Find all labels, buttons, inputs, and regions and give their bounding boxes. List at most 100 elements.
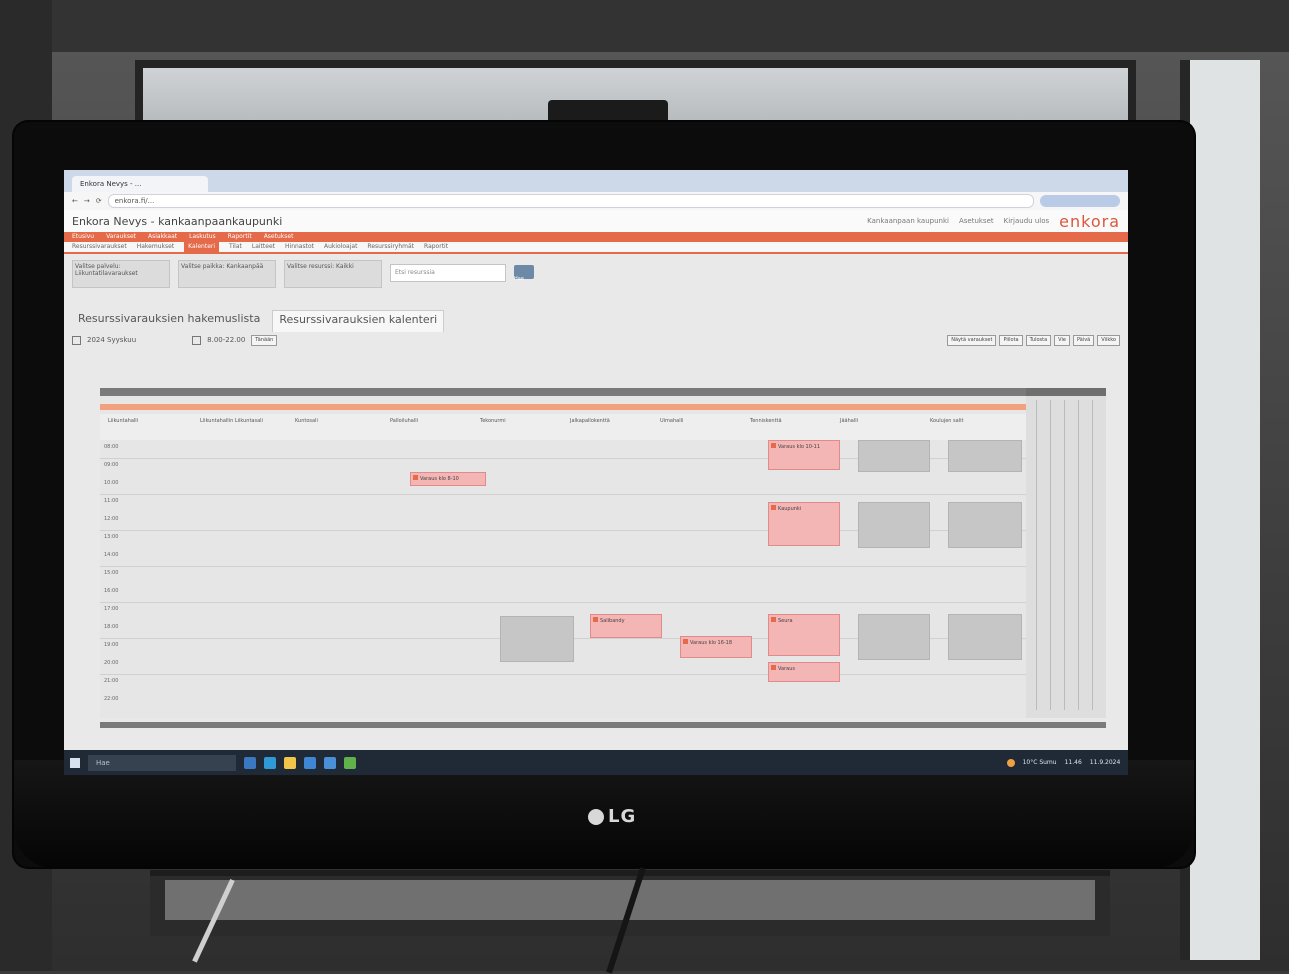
user-menu-org[interactable]: Kankaanpaan kaupunki (867, 217, 949, 225)
toolbar-button[interactable]: Viikko (1097, 334, 1120, 346)
date-checkbox[interactable] (72, 335, 81, 345)
time-checkbox[interactable] (192, 335, 202, 345)
chrome-icon[interactable] (344, 756, 356, 769)
resource-search-input[interactable]: Etsi resurssia (390, 264, 506, 282)
edge-icon[interactable] (264, 756, 276, 769)
blocked-slot (948, 614, 1022, 660)
lg-logo-icon (588, 809, 604, 825)
booking-event[interactable]: Varaus klo 16-18 (680, 636, 752, 658)
search-button[interactable]: Hae (514, 265, 534, 282)
app-title: Enkora Nevys - kankaanpaankaupunki (72, 214, 283, 228)
view-tabs: Resurssivarauksien hakemuslista Resurssi… (64, 306, 1128, 332)
windows-start-icon[interactable] (70, 757, 80, 768)
toolbar-button[interactable]: Tulosta (1025, 334, 1052, 346)
taskbar-search[interactable]: Hae (88, 754, 236, 771)
user-menu-logout[interactable]: Kirjaudu ulos (1004, 217, 1050, 225)
column-header: Tenniskenttä (750, 418, 782, 424)
browser-tab[interactable]: Enkora Nevys - ... (72, 176, 208, 192)
grid-bottom-bar (100, 722, 1106, 728)
booking-event[interactable]: Seura (768, 614, 840, 656)
booking-event[interactable]: Varaus (768, 662, 840, 682)
booking-event[interactable]: Salibandy (590, 614, 662, 638)
blocked-slot (948, 502, 1022, 548)
tv-logo-text: LG (608, 806, 637, 827)
user-menu-settings[interactable]: Asetukset (959, 217, 994, 225)
subnav-item[interactable]: Resurssivaraukset (72, 242, 127, 252)
enkora-logo: enkora (1059, 211, 1120, 231)
tab-application-list[interactable]: Resurssivarauksien hakemuslista (72, 310, 266, 332)
weather-icon[interactable] (1006, 758, 1015, 767)
date-label[interactable]: 2024 Syyskuu (87, 336, 136, 344)
clock-time[interactable]: 11.46 (1065, 759, 1082, 766)
resource-select[interactable]: Valitse resurssi: Kaikki (284, 260, 382, 288)
back-icon[interactable]: ← (72, 197, 78, 205)
taskview-icon[interactable] (244, 756, 256, 769)
column-header: Jäähalli (840, 418, 859, 424)
calendar-toolbar: 2024 Syyskuu 8.00-22.00 Tänään Näytä var… (64, 332, 1128, 348)
event-label: Kaupunki (778, 506, 802, 512)
event-label: Seura (778, 618, 793, 624)
mini-column (1050, 400, 1063, 710)
time-label: 19:00 (104, 642, 119, 648)
nav-item[interactable]: Etusivu (72, 232, 94, 242)
time-range[interactable]: 8.00-22.00 (207, 336, 245, 344)
tab-calendar[interactable]: Resurssivarauksien kalenteri (272, 310, 445, 332)
booking-event[interactable]: Kaupunki (768, 502, 840, 546)
column-header: Uimahalli (660, 418, 684, 424)
time-label: 15:00 (104, 570, 119, 576)
mini-column (1092, 400, 1105, 710)
subnav-item[interactable]: Resurssiryhmät (367, 242, 414, 252)
nav-item[interactable]: Raportit (228, 232, 252, 242)
clock-date[interactable]: 11.9.2024 (1090, 759, 1121, 766)
toolbar-button[interactable]: Piilota (999, 334, 1023, 346)
nav-item[interactable]: Laskutus (189, 232, 216, 242)
nav-item[interactable]: Asetukset (264, 232, 294, 242)
blocked-slot (858, 440, 930, 472)
calendar-grid: Liikuntahalli Liikuntahallin Liikuntasal… (100, 388, 1058, 718)
toolbar-button[interactable]: Päivä (1072, 334, 1095, 346)
window-frame-top (0, 0, 1289, 52)
browser-address-bar: ← → ⟳ enkora.fi/... (64, 192, 1128, 210)
subnav-item-active[interactable]: Kalenteri (184, 242, 220, 252)
profile-button[interactable] (1040, 195, 1120, 207)
booking-icon (771, 443, 776, 448)
nav-item[interactable]: Varaukset (106, 232, 136, 242)
event-label: Varaus klo 16-18 (690, 640, 733, 646)
time-label: 20:00 (104, 660, 119, 666)
time-label: 13:00 (104, 534, 119, 540)
today-button[interactable]: Tänään (251, 334, 278, 346)
subnav-item[interactable]: Raportit (424, 242, 448, 252)
toolbar-button[interactable]: Vie (1054, 334, 1070, 346)
time-label: 11:00 (104, 498, 119, 504)
explorer-icon[interactable] (284, 756, 296, 769)
time-label: 16:00 (104, 588, 119, 594)
time-column: 08:00 09:00 10:00 11:00 12:00 13:00 14:0… (100, 440, 130, 718)
time-label: 22:00 (104, 696, 119, 702)
subnav-item[interactable]: Tilat (229, 242, 242, 252)
weather-text[interactable]: 10°C Sumu (1023, 759, 1057, 766)
toolbar-button[interactable]: Näytä varaukset (947, 334, 997, 346)
subnav-item[interactable]: Laitteet (252, 242, 275, 252)
store-icon[interactable] (304, 756, 316, 769)
time-label: 12:00 (104, 516, 119, 522)
column-header: Palloiluhalli (390, 418, 419, 424)
subnav-item[interactable]: Hinnastot (285, 242, 314, 252)
tv-logo: LG (588, 806, 636, 827)
mini-column (1078, 400, 1091, 710)
booking-event[interactable]: Varaus klo 10-11 (768, 440, 840, 470)
booking-event[interactable]: Varaus klo 8-10 (410, 472, 486, 486)
reload-icon[interactable]: ⟳ (96, 197, 102, 205)
app-user-area: Kankaanpaan kaupunki Asetukset Kirjaudu … (867, 212, 1120, 231)
forward-icon[interactable]: → (84, 197, 90, 205)
mail-icon[interactable] (324, 756, 336, 769)
column-header: Liikuntahallin Liikuntasali (200, 418, 263, 424)
blocked-slot (500, 616, 574, 662)
windows-taskbar: Hae 10°C Sumu 11.46 11.9.2024 ▢ (64, 750, 1128, 775)
mini-column (1064, 400, 1077, 710)
service-select[interactable]: Valitse palvelu: Liikuntatilavaraukset (72, 260, 170, 288)
nav-item[interactable]: Asiakkaat (148, 232, 177, 242)
subnav-item[interactable]: Hakemukset (137, 242, 174, 252)
subnav-item[interactable]: Aukioloajat (324, 242, 357, 252)
place-select[interactable]: Valitse paikka: Kankaanpää (178, 260, 276, 288)
url-field[interactable]: enkora.fi/... (107, 194, 1034, 208)
